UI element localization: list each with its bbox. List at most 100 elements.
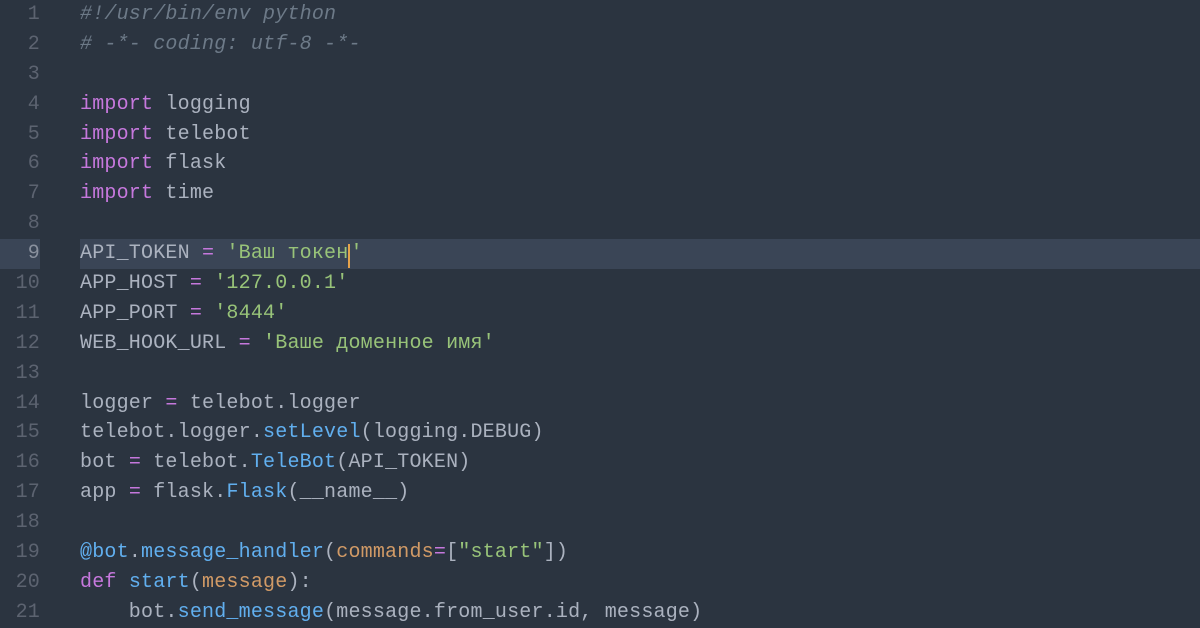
token-punc: ): xyxy=(287,571,311,594)
token-punc: ( xyxy=(190,571,202,594)
token-nm: bot. xyxy=(80,601,178,624)
token-nm: DEBUG xyxy=(470,421,531,444)
line-number: 9 xyxy=(0,239,40,269)
token-str: "start" xyxy=(458,541,543,564)
code-line[interactable]: telebot.logger.setLevel(logging.DEBUG) xyxy=(80,418,1200,448)
token-str: '127.0.0.1' xyxy=(214,272,348,295)
token-nm: . xyxy=(129,541,141,564)
token-cmt: #!/usr/bin/env python xyxy=(80,3,336,26)
token-kw: import xyxy=(80,182,153,205)
line-number: 17 xyxy=(0,478,40,508)
line-number: 11 xyxy=(0,299,40,329)
line-number: 13 xyxy=(0,359,40,389)
code-line[interactable]: import logging xyxy=(80,90,1200,120)
token-nm: APP_PORT xyxy=(80,302,190,325)
token-op: = xyxy=(129,451,141,474)
token-nm xyxy=(202,272,214,295)
token-arg: commands xyxy=(336,541,434,564)
token-nm xyxy=(214,242,226,265)
token-nm: flask. xyxy=(141,481,226,504)
token-fn: message_handler xyxy=(141,541,324,564)
line-number: 16 xyxy=(0,448,40,478)
line-number: 5 xyxy=(0,120,40,150)
token-op: = xyxy=(202,242,214,265)
token-str: ' xyxy=(350,242,362,265)
token-nm: logger xyxy=(80,392,165,415)
token-str: '8444' xyxy=(214,302,287,325)
line-number: 18 xyxy=(0,508,40,538)
code-line[interactable]: bot = telebot.TeleBot(API_TOKEN) xyxy=(80,448,1200,478)
token-str: Ваш xyxy=(239,242,288,265)
line-number: 7 xyxy=(0,179,40,209)
token-nm: telebot.logger xyxy=(178,392,361,415)
line-number: 19 xyxy=(0,538,40,568)
token-nm: telebot. xyxy=(141,451,251,474)
line-number: 6 xyxy=(0,149,40,179)
code-line[interactable]: APP_PORT = '8444' xyxy=(80,299,1200,329)
token-cmt: # -*- coding: utf-8 -*- xyxy=(80,33,361,56)
token-kw: import xyxy=(80,93,153,116)
code-line[interactable]: API_TOKEN = 'Ваш токен' xyxy=(80,239,1200,269)
token-fn: TeleBot xyxy=(251,451,336,474)
token-nm: time xyxy=(153,182,214,205)
code-line[interactable]: WEB_HOOK_URL = 'Ваше доменное имя' xyxy=(80,329,1200,359)
code-line[interactable]: @bot.message_handler(commands=["start"]) xyxy=(80,538,1200,568)
line-number: 12 xyxy=(0,329,40,359)
code-line[interactable]: APP_HOST = '127.0.0.1' xyxy=(80,269,1200,299)
token-op: = xyxy=(190,272,202,295)
token-str: 'Ваше доменное имя' xyxy=(263,332,495,355)
code-line[interactable] xyxy=(80,359,1200,389)
code-line[interactable] xyxy=(80,60,1200,90)
line-number: 3 xyxy=(0,60,40,90)
token-str: ' xyxy=(226,242,238,265)
line-number: 20 xyxy=(0,568,40,598)
line-number: 4 xyxy=(0,90,40,120)
token-op: = xyxy=(434,541,446,564)
token-nm: flask xyxy=(153,152,226,175)
code-line[interactable]: # -*- coding: utf-8 -*- xyxy=(80,30,1200,60)
token-punc: ( xyxy=(324,541,336,564)
code-area[interactable]: #!/usr/bin/env python # -*- coding: utf-8… xyxy=(58,0,1200,628)
line-number: 1 xyxy=(0,0,40,30)
code-line[interactable]: logger = telebot.logger xyxy=(80,389,1200,419)
code-line[interactable]: import telebot xyxy=(80,120,1200,150)
token-fn: send_message xyxy=(178,601,324,624)
token-fn: Flask xyxy=(226,481,287,504)
token-op: = xyxy=(239,332,251,355)
token-nm: telebot.logger. xyxy=(80,421,263,444)
code-line[interactable]: def start(message): xyxy=(80,568,1200,598)
code-line[interactable]: bot.send_message(message.from_user.id, m… xyxy=(80,598,1200,628)
text-cursor xyxy=(348,244,350,268)
token-nm xyxy=(251,332,263,355)
line-number: 10 xyxy=(0,269,40,299)
token-punc: (API_TOKEN) xyxy=(336,451,470,474)
code-editor[interactable]: 123456789101112131415161718192021 #!/usr… xyxy=(0,0,1200,628)
token-nm: logging xyxy=(153,93,251,116)
token-arg: message xyxy=(202,571,287,594)
code-line[interactable] xyxy=(80,508,1200,538)
token-fn: start xyxy=(129,571,190,594)
code-line[interactable]: #!/usr/bin/env python xyxy=(80,0,1200,30)
token-punc: (message.from_user.id, message) xyxy=(324,601,702,624)
token-nm: telebot xyxy=(153,123,251,146)
line-number: 14 xyxy=(0,389,40,419)
line-number: 21 xyxy=(0,598,40,628)
token-nm: bot xyxy=(80,451,129,474)
code-line[interactable]: app = flask.Flask(__name__) xyxy=(80,478,1200,508)
token-punc: [ xyxy=(446,541,458,564)
token-kw: import xyxy=(80,152,153,175)
token-fn: @bot xyxy=(80,541,129,564)
token-punc: (logging. xyxy=(361,421,471,444)
token-op: = xyxy=(190,302,202,325)
token-punc: ]) xyxy=(544,541,568,564)
token-kw: def xyxy=(80,571,117,594)
token-punc: (__name__) xyxy=(287,481,409,504)
token-nm xyxy=(117,571,129,594)
token-nm: WEB_HOOK_URL xyxy=(80,332,239,355)
token-nm: API_TOKEN xyxy=(80,242,202,265)
code-line[interactable]: import flask xyxy=(80,149,1200,179)
token-fn: setLevel xyxy=(263,421,361,444)
token-kw: import xyxy=(80,123,153,146)
code-line[interactable] xyxy=(80,209,1200,239)
code-line[interactable]: import time xyxy=(80,179,1200,209)
